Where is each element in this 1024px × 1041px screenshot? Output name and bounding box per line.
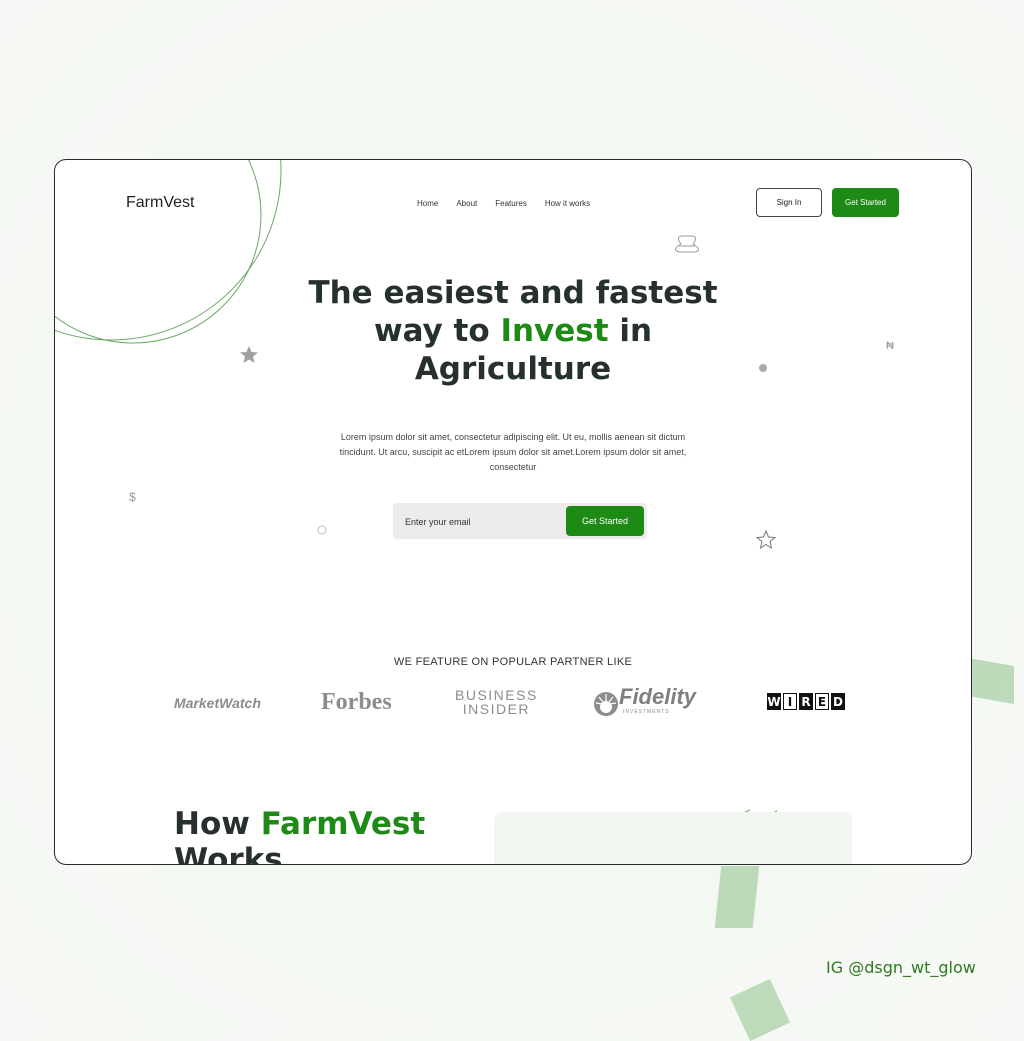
get-started-button[interactable]: Get Started (832, 188, 899, 217)
nav-home[interactable]: Home (417, 199, 438, 208)
star-outline-icon (755, 529, 777, 550)
hero-line-2-pre: way to (373, 313, 501, 349)
marketwatch-logo: MarketWatch (174, 695, 261, 711)
nav-about[interactable]: About (456, 199, 477, 208)
sign-in-button[interactable]: Sign In (756, 188, 822, 217)
hero-line-3: Agriculture (414, 351, 612, 387)
star-icon (240, 346, 258, 363)
ring-icon (317, 525, 327, 535)
fidelity-wordmark: Fidelity (619, 684, 697, 709)
hero-title: The easiest and fastest way to Invest in… (263, 274, 763, 388)
hero-line-2-post: in (608, 313, 653, 349)
main-nav: Home About Features How it works (417, 199, 590, 208)
naira-icon: ₦ (886, 340, 894, 352)
business-insider-logo: BUSINESS INSIDER (455, 688, 538, 716)
business-insider-line-1: BUSINESS (455, 687, 538, 703)
forbes-logo: Forbes (321, 689, 392, 715)
logo[interactable]: FarmVest (126, 194, 194, 212)
fidelity-emblem-icon (594, 691, 618, 716)
wired-logo: W I R E D (767, 693, 845, 710)
partner-logos: MarketWatch Forbes BUSINESS INSIDER Fide… (55, 684, 971, 724)
hero-lead-text: Lorem ipsum dolor sit amet, consectetur … (339, 432, 687, 472)
email-get-started-button[interactable]: Get Started (566, 506, 644, 536)
nav-how-it-works[interactable]: How it works (545, 199, 590, 208)
decorative-stripe (968, 657, 1014, 705)
decorative-stripe (729, 978, 791, 1041)
how-it-works-title: How FarmVest Works (174, 806, 426, 865)
browser-window: $ ₦ FarmVest Home About Features How it … (54, 159, 972, 865)
hero-line-2-accent: Invest (500, 313, 609, 349)
dollar-icon: $ (129, 490, 136, 504)
decorative-stripe (714, 866, 760, 928)
email-input[interactable] (403, 512, 557, 532)
money-bag-icon (675, 235, 699, 253)
business-insider-line-2: INSIDER (462, 701, 531, 717)
fidelity-subtitle: INVESTMENTS (623, 709, 670, 715)
partners-title: WE FEATURE ON POPULAR PARTNER LIKE (393, 656, 633, 668)
fidelity-logo: Fidelity INVESTMENTS (593, 684, 696, 717)
email-signup-form: Get Started (393, 503, 647, 539)
hero-line-1: The easiest and fastest (308, 275, 718, 311)
how-it-works-panel (494, 812, 852, 864)
nav-features[interactable]: Features (495, 199, 527, 208)
designer-credit: IG @dsgn_wt_glow (826, 958, 976, 977)
